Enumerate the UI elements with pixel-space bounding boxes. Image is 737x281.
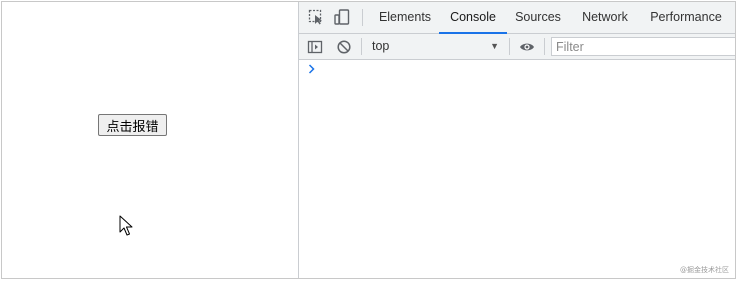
mouse-cursor-icon bbox=[119, 215, 133, 236]
devtools-panel: Elements Console Sources Network Perform… bbox=[299, 2, 735, 278]
console-prompt[interactable] bbox=[299, 60, 735, 80]
tab-console[interactable]: Console bbox=[439, 2, 507, 34]
devtools-tab-bar: Elements Console Sources Network Perform… bbox=[299, 2, 735, 34]
page-viewport: 点击报错 bbox=[2, 2, 299, 278]
tab-performance[interactable]: Performance bbox=[643, 2, 729, 33]
device-toolbar-icon[interactable] bbox=[334, 9, 350, 25]
console-output[interactable] bbox=[299, 60, 735, 278]
watermark: @掘金技术社区 bbox=[680, 266, 729, 274]
toolbar-divider bbox=[361, 38, 362, 55]
console-toolbar: top ▼ bbox=[299, 34, 735, 60]
tab-network[interactable]: Network bbox=[575, 2, 635, 33]
context-value: top bbox=[372, 39, 390, 53]
inspect-element-icon[interactable] bbox=[308, 9, 324, 25]
screen: 点击报错 Elements Console Sources Network Pe… bbox=[1, 1, 736, 279]
toolbar-divider bbox=[362, 9, 363, 26]
toolbar-divider bbox=[544, 38, 545, 55]
console-filter-input[interactable] bbox=[551, 37, 735, 56]
dropdown-arrow-icon: ▼ bbox=[490, 41, 499, 51]
trigger-error-button[interactable]: 点击报错 bbox=[98, 114, 167, 136]
tab-sources[interactable]: Sources bbox=[507, 2, 569, 33]
clear-console-icon[interactable] bbox=[336, 39, 352, 55]
eye-icon[interactable] bbox=[519, 39, 535, 55]
toolbar-divider bbox=[509, 38, 510, 55]
chevron-right-icon bbox=[308, 64, 315, 74]
show-sidebar-icon[interactable] bbox=[307, 39, 323, 55]
tab-elements[interactable]: Elements bbox=[371, 2, 439, 33]
context-selector[interactable]: top ▼ bbox=[367, 34, 503, 59]
